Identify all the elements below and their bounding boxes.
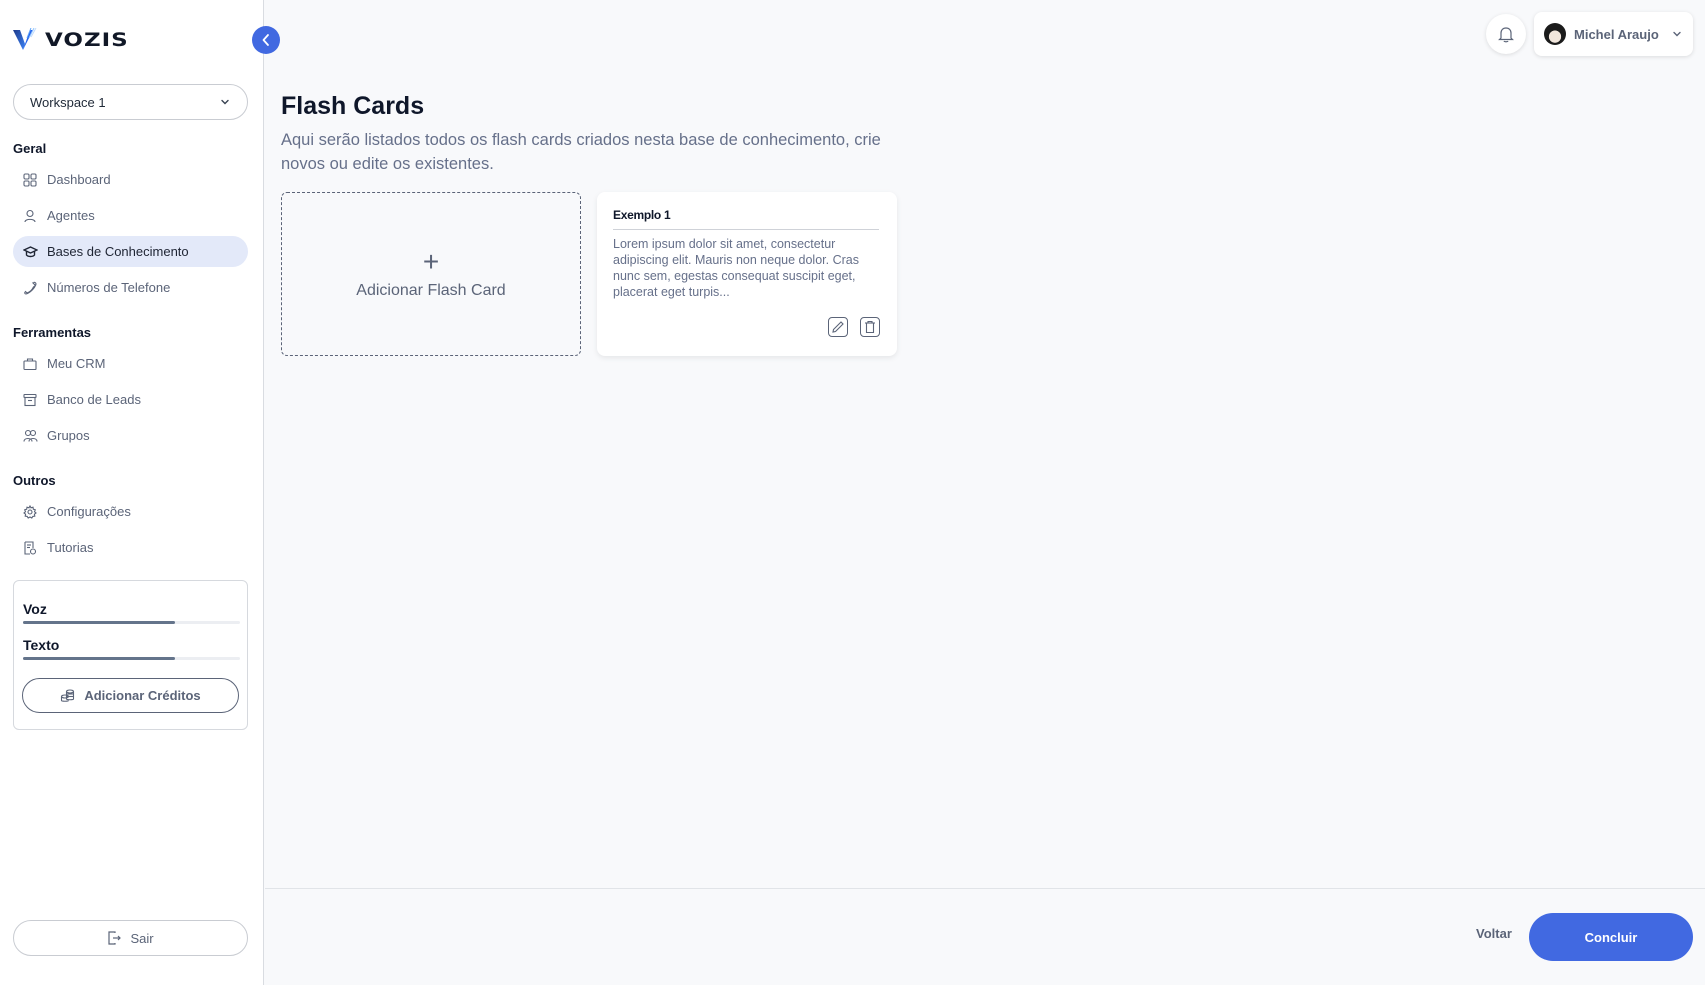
document-icon bbox=[22, 540, 38, 556]
avatar bbox=[1544, 23, 1566, 45]
section-label-outros: Outros bbox=[13, 473, 56, 488]
workspace-select[interactable]: Workspace 1 bbox=[13, 84, 248, 120]
flash-card-title: Exemplo 1 bbox=[613, 208, 879, 230]
workspace-selected: Workspace 1 bbox=[30, 94, 106, 110]
text-credits-bar bbox=[23, 657, 240, 660]
add-credits-button[interactable]: Adicionar Créditos bbox=[22, 678, 239, 713]
done-button[interactable]: Concluir bbox=[1529, 913, 1693, 961]
voice-credits-fill bbox=[23, 621, 175, 624]
flash-card[interactable]: Exemplo 1 Lorem ipsum dolor sit amet, co… bbox=[597, 192, 897, 356]
voice-credits-bar bbox=[23, 621, 240, 624]
notifications-button[interactable] bbox=[1486, 14, 1526, 54]
add-flash-card-label: Adicionar Flash Card bbox=[356, 282, 506, 299]
credits-panel: Voz Texto Adicionar Créditos bbox=[13, 580, 248, 730]
section-label-geral: Geral bbox=[13, 141, 47, 156]
back-button[interactable]: Voltar bbox=[1476, 926, 1512, 941]
sidebar-item-label: Tutorias bbox=[47, 540, 94, 555]
chevron-left-icon bbox=[262, 34, 269, 46]
text-credits-label: Texto bbox=[23, 637, 60, 653]
sidebar-item-grupos[interactable]: Grupos bbox=[13, 420, 248, 451]
graduation-cap-icon bbox=[22, 244, 38, 260]
sidebar-item-label: Números de Telefone bbox=[47, 280, 171, 295]
sidebar-item-label: Bases de Conhecimento bbox=[47, 244, 189, 259]
sidebar-item-meu-crm[interactable]: Meu CRM bbox=[13, 348, 248, 379]
section-label-ferramentas: Ferramentas bbox=[13, 325, 92, 340]
sidebar-item-configuracoes[interactable]: Configurações bbox=[13, 496, 248, 527]
voice-credits-label: Voz bbox=[23, 601, 47, 617]
page-title: Flash Cards bbox=[281, 92, 425, 120]
user-icon bbox=[22, 208, 38, 224]
user-menu[interactable]: Michel Araujo bbox=[1534, 12, 1693, 56]
edit-card-button[interactable] bbox=[828, 317, 848, 337]
phone-icon bbox=[22, 280, 38, 296]
brand-name: VOZIS bbox=[45, 28, 129, 51]
vozis-logo[interactable]: VOZIS bbox=[13, 28, 129, 52]
briefcase-icon bbox=[22, 356, 38, 372]
sidebar: VOZIS Workspace 1 Geral Dashboard Agente… bbox=[0, 0, 264, 985]
logout-label: Sair bbox=[130, 930, 154, 946]
sidebar-item-label: Agentes bbox=[47, 208, 95, 223]
logout-button[interactable]: Sair bbox=[13, 920, 248, 956]
coins-icon bbox=[61, 688, 75, 702]
footer-divider bbox=[265, 888, 1705, 889]
sidebar-item-label: Meu CRM bbox=[47, 356, 106, 371]
users-icon bbox=[22, 428, 38, 444]
sidebar-item-label: Banco de Leads bbox=[47, 392, 141, 407]
sidebar-item-numeros-de-telefone[interactable]: Números de Telefone bbox=[13, 272, 248, 303]
sidebar-item-agentes[interactable]: Agentes bbox=[13, 200, 248, 231]
sidebar-item-label: Configurações bbox=[47, 504, 131, 519]
sidebar-item-label: Dashboard bbox=[47, 172, 111, 187]
text-credits-fill bbox=[23, 657, 175, 660]
flash-card-body: Lorem ipsum dolor sit amet, consectetur … bbox=[613, 237, 859, 299]
add-flash-card-button[interactable]: + Adicionar Flash Card bbox=[281, 192, 581, 356]
sidebar-item-label: Grupos bbox=[47, 428, 90, 443]
delete-card-button[interactable] bbox=[860, 317, 880, 337]
sidebar-item-dashboard[interactable]: Dashboard bbox=[13, 164, 248, 195]
pencil-icon bbox=[832, 321, 844, 333]
gear-icon bbox=[22, 504, 38, 520]
vozis-logo-icon bbox=[13, 28, 37, 50]
sidebar-item-tutorias[interactable]: Tutorias bbox=[13, 532, 248, 563]
chevron-down-icon bbox=[1673, 31, 1681, 37]
plus-icon: + bbox=[422, 246, 440, 277]
archive-icon bbox=[22, 392, 38, 408]
sidebar-item-banco-de-leads[interactable]: Banco de Leads bbox=[13, 384, 248, 415]
chevron-down-icon bbox=[221, 99, 229, 105]
bell-icon bbox=[1498, 26, 1514, 42]
collapse-sidebar-button[interactable] bbox=[252, 26, 280, 54]
add-credits-label: Adicionar Créditos bbox=[84, 688, 201, 703]
sidebar-item-bases-de-conhecimento[interactable]: Bases de Conhecimento bbox=[13, 236, 248, 267]
trash-icon bbox=[865, 320, 875, 334]
user-name: Michel Araujo bbox=[1574, 26, 1659, 42]
page-description: Aqui serão listados todos os flash cards… bbox=[281, 131, 881, 173]
grid-icon bbox=[22, 172, 38, 188]
logout-icon bbox=[108, 931, 122, 945]
